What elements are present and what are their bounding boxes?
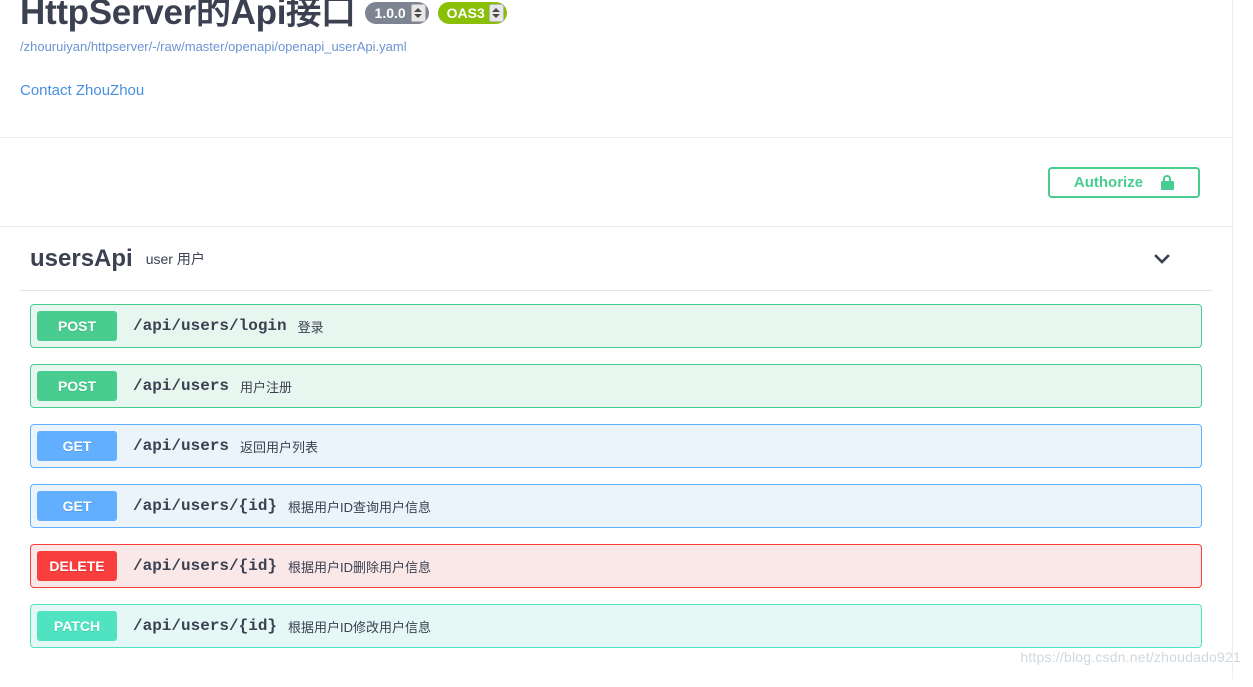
spinner-up-arrow-icon <box>414 8 423 12</box>
contact-link[interactable]: Contact ZhouZhou <box>20 82 1212 99</box>
oas-badge: OAS3 <box>437 2 507 24</box>
tag-header-usersapi[interactable]: usersApi user 用户 <box>20 227 1212 291</box>
operation-list: POST/api/users/login 登录 POST/api/users 用户注册… <box>20 291 1212 648</box>
tag-section-usersapi: usersApi user 用户 POST/api/users/login 登录 P… <box>0 227 1232 648</box>
right-gutter <box>1232 0 1253 679</box>
version-spinner[interactable] <box>410 4 426 22</box>
oas-badge-label: OAS3 <box>446 5 485 21</box>
operation-summary: 用户注册 <box>240 379 293 395</box>
authorize-button-label: Authorize <box>1073 173 1144 191</box>
authorize-bar: Authorize <box>0 138 1232 226</box>
watermark: https://blog.csdn.net/zhoudado921 <box>1020 649 1241 665</box>
version-badge-label: 1.0.0 <box>374 5 406 21</box>
operation-method-badge: DELETE <box>37 551 117 581</box>
operation-row[interactable]: DELETE/api/users/{id} 根据用户ID删除用户信息 <box>30 544 1202 588</box>
operation-path: /api/users/{id} <box>133 617 278 635</box>
api-info-panel: HttpServer的Api接口 1.0.0 OAS3 /zhouruiyan/… <box>0 0 1232 99</box>
spec-url-link[interactable]: /zhouruiyan/httpserver/-/raw/master/open… <box>20 39 407 54</box>
operation-method-badge: GET <box>37 431 117 461</box>
operation-summary: 根据用户ID查询用户信息 <box>288 499 432 515</box>
swagger-ui-page: HttpServer的Api接口 1.0.0 OAS3 /zhouruiyan/… <box>0 0 1253 679</box>
operation-summary: 根据用户ID修改用户信息 <box>288 619 432 635</box>
operation-path: /api/users/login <box>133 317 287 335</box>
operation-summary: 返回用户列表 <box>240 439 319 455</box>
spinner-down-arrow-icon <box>414 14 423 18</box>
operation-method-badge: PATCH <box>37 611 117 641</box>
operation-row[interactable]: GET/api/users/{id} 根据用户ID查询用户信息 <box>30 484 1202 528</box>
operation-path: /api/users <box>133 377 230 395</box>
operation-path: /api/users <box>133 437 230 455</box>
page-title: HttpServer的Api接口 <box>20 0 356 32</box>
operation-row[interactable]: POST/api/users/login 登录 <box>30 304 1202 348</box>
authorize-button[interactable]: Authorize <box>1048 166 1200 198</box>
operation-path: /api/users/{id} <box>133 557 278 575</box>
spinner-up-arrow-icon <box>492 8 501 12</box>
operation-method-badge: POST <box>37 311 117 341</box>
operation-path: /api/users/{id} <box>133 497 278 515</box>
chevron-down-icon[interactable] <box>1152 249 1172 269</box>
tag-description: user 用户 <box>145 250 205 267</box>
tag-name: usersApi <box>30 244 133 272</box>
operation-summary: 根据用户ID删除用户信息 <box>288 559 432 575</box>
operation-method-badge: GET <box>37 491 117 521</box>
operation-row[interactable]: POST/api/users 用户注册 <box>30 364 1202 408</box>
operation-method-badge: POST <box>37 371 117 401</box>
operation-row[interactable]: PATCH/api/users/{id} 根据用户ID修改用户信息 <box>30 604 1202 648</box>
lock-closed-icon <box>1161 174 1175 190</box>
operation-row[interactable]: GET/api/users 返回用户列表 <box>30 424 1202 468</box>
api-title-row: HttpServer的Api接口 1.0.0 OAS3 <box>20 0 1212 34</box>
spinner-down-arrow-icon <box>492 14 501 18</box>
operation-summary: 登录 <box>297 319 324 335</box>
version-badge: 1.0.0 <box>364 2 429 24</box>
oas-spinner[interactable] <box>488 4 504 22</box>
